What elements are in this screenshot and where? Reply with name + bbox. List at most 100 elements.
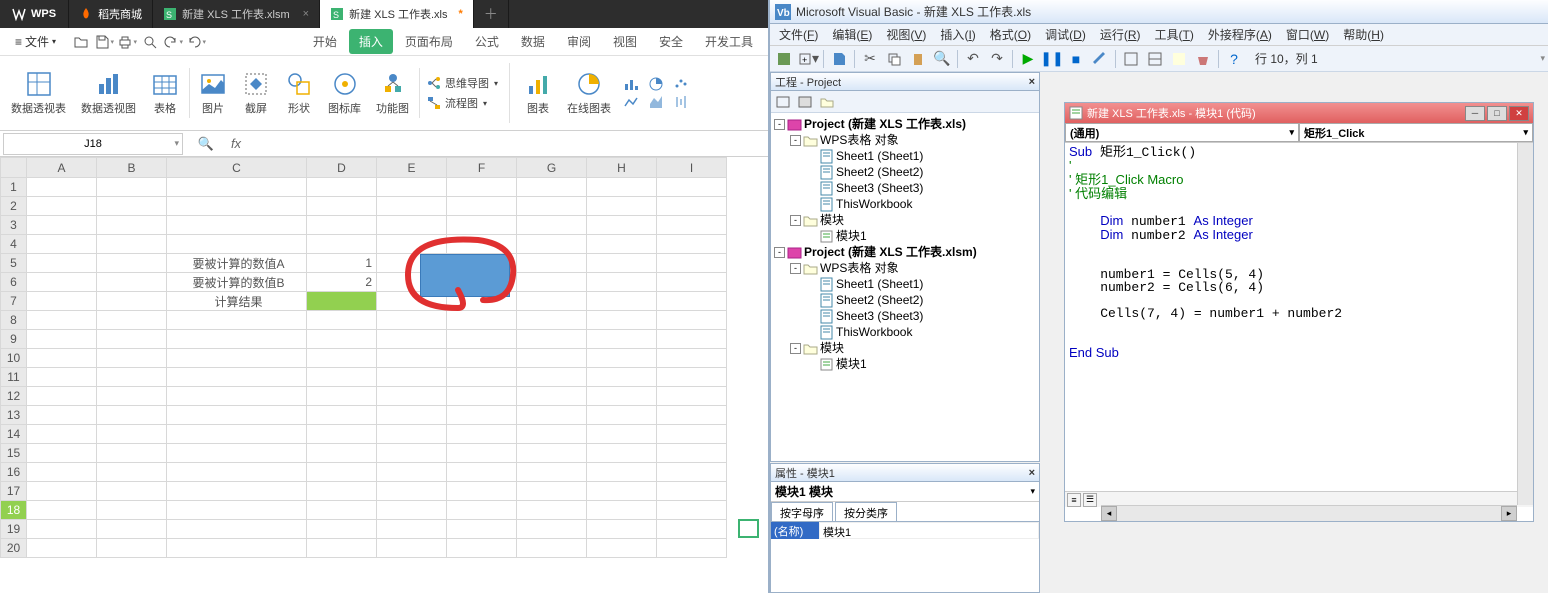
col-header[interactable]: G	[517, 158, 587, 178]
ribbon-table[interactable]: 表格	[145, 68, 190, 118]
vba-tb-props[interactable]	[1144, 48, 1166, 70]
project-tree[interactable]: -Project (新建 XLS 工作表.xls) -WPS表格 对象 Shee…	[771, 113, 1039, 375]
tree-project1[interactable]: Project (新建 XLS 工作表.xls)	[804, 116, 966, 132]
props-panel-title[interactable]: 属性 - 模块1×	[771, 464, 1039, 482]
cell-d7[interactable]	[307, 292, 377, 311]
maximize-button[interactable]: □	[1487, 106, 1507, 121]
scroll-left-arrow[interactable]: ◂	[1101, 506, 1117, 521]
col-header[interactable]: C	[167, 158, 307, 178]
wps-add-tab[interactable]: ＋	[474, 0, 509, 28]
ribbon-tab-formula[interactable]: 公式	[465, 29, 509, 54]
object-dropdown[interactable]: (通用)▾	[1065, 123, 1299, 142]
vba-tb-view-excel[interactable]	[773, 48, 795, 70]
code-editor[interactable]: Sub Sub 矩形1_Click()矩形1_Click() ' ' 矩形1_C…	[1065, 143, 1533, 491]
qat-print[interactable]: ▾	[117, 32, 137, 52]
ribbon-screenshot[interactable]: 截屏	[236, 68, 276, 118]
ribbon-pivot-table[interactable]: 数据透视表	[5, 68, 72, 118]
props-val-name[interactable]: 模块1	[819, 522, 1039, 539]
vba-tb-paste[interactable]	[907, 48, 929, 70]
project-panel-title[interactable]: 工程 - Project×	[771, 73, 1039, 91]
props-tab-category[interactable]: 按分类序	[835, 502, 897, 521]
wps-file-tab-1[interactable]: S新建 XLS 工作表.xlsm×	[153, 0, 320, 28]
vba-tb-cut[interactable]: ✂	[859, 48, 881, 70]
name-box[interactable]: J18▾	[3, 133, 183, 155]
qat-open[interactable]	[71, 32, 91, 52]
cell-d6[interactable]: 2	[307, 273, 377, 292]
row-header[interactable]: 5	[1, 254, 27, 273]
row-header[interactable]: 8	[1, 311, 27, 330]
vba-tb-toolbox[interactable]	[1192, 48, 1214, 70]
vba-menu-insert[interactable]: 插入(I)	[934, 25, 981, 44]
tree-toggle[interactable]: -	[790, 343, 801, 354]
col-header[interactable]: I	[657, 158, 727, 178]
ribbon-pivot-chart[interactable]: 数据透视图	[75, 68, 142, 118]
close-icon[interactable]: ×	[1029, 467, 1035, 479]
ribbon-online-chart[interactable]: 在线图表	[561, 68, 617, 118]
folder-toggle-icon[interactable]	[817, 93, 837, 111]
ribbon-mini2[interactable]	[620, 93, 642, 111]
ribbon-func[interactable]: 功能图	[370, 68, 420, 118]
row-header[interactable]: 19	[1, 520, 27, 539]
tree-modules[interactable]: 模块	[820, 212, 844, 228]
tree-toggle[interactable]: -	[790, 215, 801, 226]
vba-tb-run[interactable]: ▶	[1017, 48, 1039, 70]
row-header[interactable]: 4	[1, 235, 27, 254]
tree-modulesb[interactable]: 模块	[820, 340, 844, 356]
close-icon[interactable]: ×	[303, 8, 309, 20]
tree-sheet2[interactable]: Sheet2 (Sheet2)	[836, 164, 923, 180]
ribbon-tab-start[interactable]: 开始	[303, 29, 347, 54]
qat-save[interactable]: ▾	[94, 32, 114, 52]
row-header[interactable]: 16	[1, 463, 27, 482]
close-button[interactable]: ✕	[1509, 106, 1529, 121]
view-code-icon[interactable]	[773, 93, 793, 111]
tree-workbookb[interactable]: ThisWorkbook	[836, 324, 912, 340]
row-header[interactable]: 17	[1, 482, 27, 501]
vba-tb-undo[interactable]: ↶	[962, 48, 984, 70]
col-header[interactable]: E	[377, 158, 447, 178]
row-header[interactable]: 14	[1, 425, 27, 444]
row-header[interactable]: 7	[1, 292, 27, 311]
ribbon-mindmap[interactable]: 思维导图▾	[423, 74, 501, 92]
ribbon-mini6[interactable]	[670, 93, 692, 111]
vba-tb-design[interactable]	[1089, 48, 1111, 70]
row-header[interactable]: 9	[1, 330, 27, 349]
row-header[interactable]: 12	[1, 387, 27, 406]
cell-d5[interactable]: 1	[307, 254, 377, 273]
view-object-icon[interactable]	[795, 93, 815, 111]
vba-menu-addins[interactable]: 外接程序(A)	[1202, 25, 1278, 44]
vba-tb-project[interactable]	[1120, 48, 1142, 70]
vba-tb-insert[interactable]: +▾	[797, 48, 819, 70]
vba-tb-help[interactable]: ?	[1223, 48, 1245, 70]
tree-sheet3[interactable]: Sheet3 (Sheet3)	[836, 180, 923, 196]
tree-objects[interactable]: WPS表格 对象	[820, 132, 899, 148]
vba-menu-window[interactable]: 窗口(W)	[1280, 25, 1335, 44]
ribbon-tab-layout[interactable]: 页面布局	[395, 29, 463, 54]
props-row[interactable]: (名称) 模块1	[771, 522, 1039, 539]
tree-module1[interactable]: 模块1	[836, 228, 867, 244]
vba-tb-pause[interactable]: ❚❚	[1041, 48, 1063, 70]
file-menu[interactable]: ≡ 文件 ▾	[5, 31, 66, 52]
close-icon[interactable]: ×	[1029, 76, 1035, 88]
toolbar-overflow[interactable]: ▾	[1540, 53, 1545, 64]
procedure-dropdown[interactable]: 矩形1_Click▾	[1299, 123, 1533, 142]
tree-toggle[interactable]: -	[790, 135, 801, 146]
vba-menu-debug[interactable]: 调试(D)	[1039, 25, 1092, 44]
wps-docker-tab[interactable]: 稻壳商城	[69, 0, 153, 28]
tree-module1b[interactable]: 模块1	[836, 356, 867, 372]
cell-c5[interactable]: 要被计算的数值A	[167, 254, 307, 273]
select-all-corner[interactable]	[1, 158, 27, 178]
vba-tb-find[interactable]: 🔍	[931, 48, 953, 70]
ribbon-flowchart[interactable]: 流程图▾	[423, 94, 501, 112]
tree-toggle[interactable]: -	[774, 247, 785, 258]
scroll-right-arrow[interactable]: ▸	[1501, 506, 1517, 521]
row-header[interactable]: 2	[1, 197, 27, 216]
vba-tb-copy[interactable]	[883, 48, 905, 70]
qat-preview[interactable]	[140, 32, 160, 52]
ribbon-picture[interactable]: 图片	[193, 68, 233, 118]
row-header[interactable]: 6	[1, 273, 27, 292]
tree-toggle[interactable]: -	[774, 119, 785, 130]
vba-menu-edit[interactable]: 编辑(E)	[826, 25, 878, 44]
formula-bar[interactable]	[246, 133, 768, 155]
vba-titlebar[interactable]: Vb Microsoft Visual Basic - 新建 XLS 工作表.x…	[770, 0, 1548, 24]
ribbon-tab-view[interactable]: 视图	[603, 29, 647, 54]
